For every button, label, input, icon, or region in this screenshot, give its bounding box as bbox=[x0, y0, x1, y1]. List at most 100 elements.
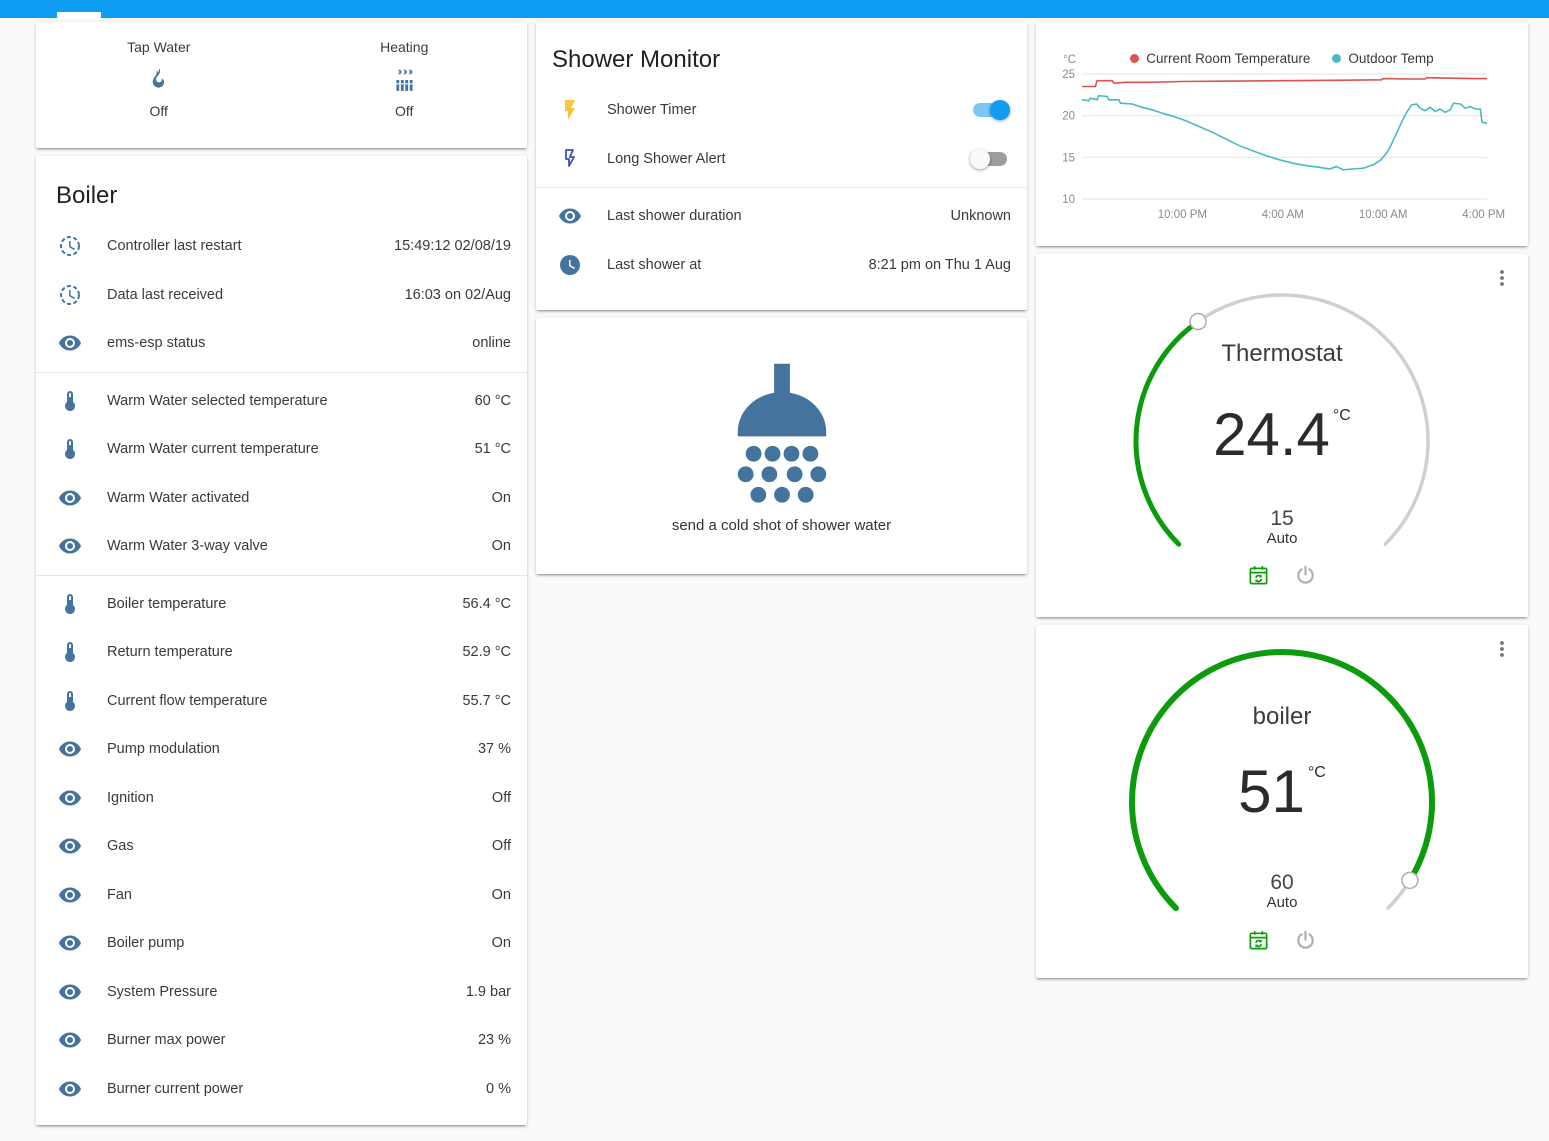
entity-row[interactable]: Boiler temperature 56.4 °C bbox=[36, 580, 527, 629]
entity-row[interactable]: Fan On bbox=[36, 871, 527, 920]
entity-label: Current flow temperature bbox=[107, 693, 267, 709]
entity-row[interactable]: Pump modulation 37 % bbox=[36, 725, 527, 774]
legend-dot bbox=[1130, 54, 1139, 63]
entity-label: Boiler pump bbox=[107, 935, 184, 951]
toggle-label: Long Shower Alert bbox=[607, 151, 726, 167]
divider bbox=[36, 372, 527, 373]
entity-row[interactable]: Ignition Off bbox=[36, 774, 527, 823]
temp-unit: °C bbox=[1333, 407, 1351, 425]
clock-icon bbox=[558, 253, 582, 277]
toggle-switch[interactable] bbox=[973, 103, 1007, 117]
entity-row[interactable]: Burner current power 0 % bbox=[36, 1065, 527, 1114]
temp-value: 24.4 bbox=[1213, 405, 1330, 465]
legend-label: Outdoor Temp bbox=[1348, 51, 1433, 66]
entity-value: Unknown bbox=[951, 208, 1011, 224]
power-icon[interactable] bbox=[1294, 929, 1317, 952]
glance-state: Off bbox=[294, 103, 515, 119]
toggle-switch[interactable] bbox=[973, 152, 1007, 166]
boiler-card-title: Boiler bbox=[36, 156, 527, 222]
legend-label: Current Room Temperature bbox=[1146, 51, 1310, 66]
glance-item[interactable]: Tap Water Off bbox=[48, 39, 269, 119]
entity-row[interactable]: Warm Water 3-way valve On bbox=[36, 522, 527, 571]
entity-label: Return temperature bbox=[107, 644, 233, 660]
toggle-row[interactable]: Long Shower Alert bbox=[536, 135, 1027, 184]
eye-icon bbox=[58, 1077, 82, 1101]
entity-row[interactable]: Warm Water current temperature 51 °C bbox=[36, 425, 527, 474]
boiler-card: Boiler Controller last restart 15:49:12 … bbox=[36, 156, 527, 1125]
glance-label: Heating bbox=[294, 39, 515, 55]
entity-row[interactable]: Warm Water activated On bbox=[36, 474, 527, 523]
glance-item-list: Tap Water Off Heating Off bbox=[36, 22, 527, 119]
toggle-label: Shower Timer bbox=[607, 102, 696, 118]
entity-value: Off bbox=[492, 790, 511, 806]
shower-monitor-title: Shower Monitor bbox=[536, 22, 1027, 86]
shower-head-icon bbox=[703, 359, 861, 509]
cold-shot-label: send a cold shot of shower water bbox=[672, 517, 891, 534]
entity-row[interactable]: Warm Water selected temperature 60 °C bbox=[36, 377, 527, 426]
entity-row[interactable]: Controller last restart 15:49:12 02/08/1… bbox=[36, 222, 527, 271]
entity-label: Fan bbox=[107, 887, 132, 903]
glance-state: Off bbox=[48, 103, 269, 119]
eye-icon bbox=[58, 486, 82, 510]
boiler-entity-list: Controller last restart 15:49:12 02/08/1… bbox=[36, 222, 527, 1113]
app-header[interactable] bbox=[0, 0, 1549, 18]
glance-label: Tap Water bbox=[48, 39, 269, 55]
entity-value: On bbox=[492, 538, 511, 554]
thermostat-actions bbox=[1036, 564, 1528, 587]
entity-row[interactable]: Boiler pump On bbox=[36, 919, 527, 968]
thermostat-mode[interactable]: Auto bbox=[1036, 530, 1528, 547]
calendar-sync-icon[interactable] bbox=[1247, 564, 1270, 587]
entity-row[interactable]: Return temperature 52.9 °C bbox=[36, 628, 527, 677]
svg-text:4:00 PM: 4:00 PM bbox=[1462, 209, 1505, 221]
home-assistant-dashboard: Tap Water Off Heating Off Boiler Control… bbox=[0, 0, 1549, 1141]
entity-value: 37 % bbox=[478, 741, 511, 757]
svg-text:10: 10 bbox=[1062, 194, 1075, 206]
power-icon[interactable] bbox=[1294, 564, 1317, 587]
entity-row[interactable]: System Pressure 1.9 bar bbox=[36, 968, 527, 1017]
entity-row[interactable]: Burner max power 23 % bbox=[36, 1016, 527, 1065]
shower-toggle-list: Shower Timer Long Shower Alert bbox=[536, 86, 1027, 183]
eye-icon bbox=[58, 834, 82, 858]
svg-text:20: 20 bbox=[1062, 111, 1075, 123]
entity-row[interactable]: Gas Off bbox=[36, 822, 527, 871]
chart-legend: Current Room Temperature Outdoor Temp bbox=[1036, 51, 1528, 66]
thermostat-title: Thermostat bbox=[1036, 340, 1528, 368]
svg-text:25: 25 bbox=[1062, 69, 1075, 81]
svg-text:10:00 AM: 10:00 AM bbox=[1359, 209, 1408, 221]
progress-clock-icon bbox=[58, 234, 82, 258]
entity-value: 23 % bbox=[478, 1032, 511, 1048]
entity-row[interactable]: Current flow temperature 55.7 °C bbox=[36, 677, 527, 726]
glance-item[interactable]: Heating Off bbox=[294, 39, 515, 119]
entity-label: Pump modulation bbox=[107, 741, 220, 757]
dots-vertical-icon[interactable] bbox=[1490, 266, 1514, 290]
entity-row[interactable]: Last shower duration Unknown bbox=[536, 192, 1027, 241]
entity-label: System Pressure bbox=[107, 984, 217, 1000]
temp-value: 51 bbox=[1238, 762, 1305, 822]
thermometer-icon bbox=[58, 640, 82, 664]
eye-icon bbox=[58, 737, 82, 761]
dots-vertical-icon[interactable] bbox=[1490, 637, 1514, 661]
boiler-actions bbox=[1036, 929, 1528, 952]
legend-item[interactable]: Current Room Temperature bbox=[1130, 51, 1310, 66]
entity-row[interactable]: Data last received 16:03 on 02/Aug bbox=[36, 271, 527, 320]
thermometer-icon bbox=[58, 437, 82, 461]
boiler-mode[interactable]: Auto bbox=[1036, 894, 1528, 911]
toggle-row[interactable]: Shower Timer bbox=[536, 86, 1027, 135]
entity-label: Warm Water activated bbox=[107, 490, 249, 506]
eye-icon bbox=[58, 331, 82, 355]
entity-label: Controller last restart bbox=[107, 238, 242, 254]
boiler-current-temp: 51°C bbox=[1036, 762, 1528, 822]
entity-label: Burner max power bbox=[107, 1032, 225, 1048]
entity-row[interactable]: Last shower at 8:21 pm on Thu 1 Aug bbox=[536, 241, 1027, 290]
entity-value: online bbox=[472, 335, 511, 351]
calendar-sync-icon[interactable] bbox=[1247, 929, 1270, 952]
entity-row[interactable]: ems-esp status online bbox=[36, 319, 527, 368]
eye-icon bbox=[58, 931, 82, 955]
entity-value: 1.9 bar bbox=[466, 984, 511, 1000]
entity-label: Ignition bbox=[107, 790, 154, 806]
shower-monitor-card: Shower Monitor Shower Timer Long Shower … bbox=[536, 22, 1027, 310]
eye-icon bbox=[558, 204, 582, 228]
entity-label: Data last received bbox=[107, 287, 223, 303]
legend-item[interactable]: Outdoor Temp bbox=[1332, 51, 1433, 66]
cold-shot-card[interactable]: send a cold shot of shower water bbox=[536, 318, 1027, 574]
